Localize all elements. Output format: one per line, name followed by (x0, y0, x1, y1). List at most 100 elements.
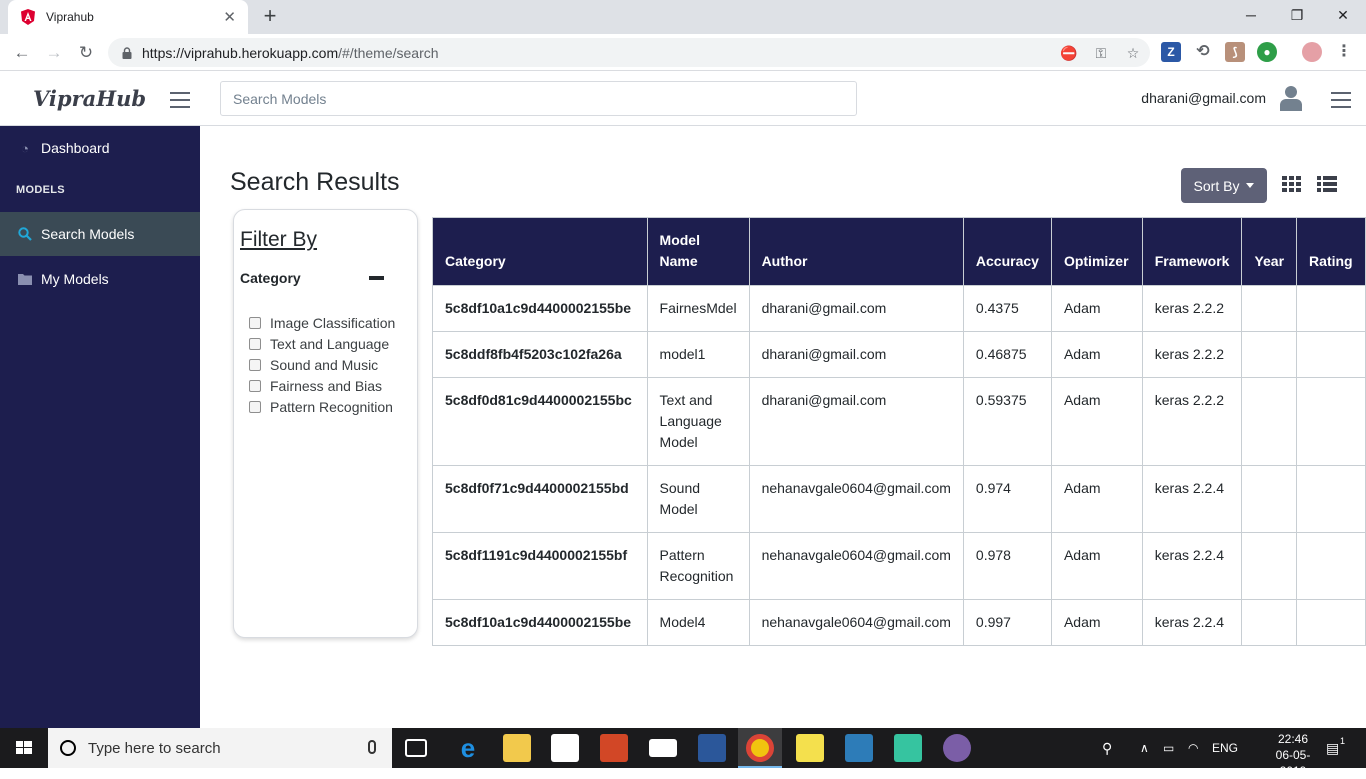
cell-author: dharani@gmail.com (748, 331, 964, 378)
people-icon[interactable]: ⚲ (1102, 728, 1112, 768)
table-row[interactable]: 5c8df0f71c9d4400002155bd Sound Model nehan… (432, 465, 1366, 533)
column-header-author[interactable]: Author (748, 217, 964, 286)
filter-option-pattern-recognition[interactable]: Pattern Recognition (249, 399, 393, 415)
filter-option-text-and-language[interactable]: Text and Language (249, 336, 389, 352)
filter-option-fairness-and-bias[interactable]: Fairness and Bias (249, 378, 382, 394)
back-arrow-icon[interactable]: ← (9, 40, 35, 66)
checkbox[interactable] (249, 359, 261, 371)
app-icon[interactable] (845, 734, 873, 762)
zotero-extension-icon[interactable]: Z (1161, 42, 1181, 62)
wifi-icon[interactable]: ◠ (1188, 728, 1198, 768)
cell-accuracy: 0.974 (962, 465, 1052, 533)
new-tab-button[interactable]: + (258, 4, 282, 28)
taskbar-clock[interactable]: 22:46 06-05-2019 (1268, 731, 1318, 779)
cell-accuracy: 0.46875 (962, 331, 1052, 378)
close-window-icon[interactable]: ✕ (1320, 0, 1366, 30)
address-bar[interactable]: https://viprahub.herokuapp.com/#/theme/s… (108, 38, 1150, 67)
notification-icon[interactable]: ▤ (1326, 728, 1339, 768)
restore-window-icon[interactable]: ❐ (1274, 0, 1320, 30)
cell-category: 5c8ddf8fb4f5203c102fa26a (432, 331, 648, 378)
cell-year (1241, 532, 1298, 600)
cell-category: 5c8df10a1c9d4400002155be (432, 599, 648, 646)
github-desktop-icon[interactable] (943, 734, 971, 762)
cell-model-name: Model4 (646, 599, 750, 646)
cell-year (1241, 377, 1298, 466)
sidebar-item-my-models[interactable]: My Models (0, 257, 200, 301)
cell-year (1241, 331, 1298, 378)
star-bookmark-icon[interactable]: ☆ (1124, 44, 1142, 62)
sidebar-item-dashboard[interactable]: ◔ Dashboard (0, 126, 200, 170)
close-tab-icon[interactable]: ✕ (223, 8, 236, 26)
extension-icon[interactable]: ● (1257, 42, 1277, 62)
taskbar-search-text: Type here to search (88, 739, 221, 757)
table-row[interactable]: 5c8df1191c9d4400002155bf Pattern Recognit… (432, 532, 1366, 600)
brand-logo[interactable]: VipraHub (33, 86, 146, 111)
word-icon[interactable] (698, 734, 726, 762)
column-header-model-name[interactable]: Model Name (646, 217, 750, 286)
cell-optimizer: Adam (1050, 465, 1143, 533)
key-icon[interactable]: ⚿ (1092, 44, 1110, 62)
cortana-icon (60, 740, 76, 756)
powerpoint-icon[interactable] (600, 734, 628, 762)
filter-option-image-classification[interactable]: Image Classification (249, 315, 395, 331)
blocked-icon[interactable]: ⛔ (1060, 44, 1078, 62)
clock-time: 22:46 (1277, 732, 1309, 746)
aside-menu-icon[interactable] (1331, 92, 1351, 108)
edge-browser-icon[interactable]: e (454, 734, 482, 762)
cell-framework: keras 2.2.4 (1141, 599, 1243, 646)
column-header-optimizer[interactable]: Optimizer (1050, 217, 1143, 286)
battery-icon[interactable]: ▭ (1163, 728, 1174, 768)
cell-category: 5c8df1191c9d4400002155bf (432, 532, 648, 600)
column-header-rating[interactable]: Rating (1296, 217, 1366, 286)
taskbar-search-box[interactable]: Type here to search (48, 728, 392, 768)
forward-arrow-icon[interactable]: → (41, 40, 67, 66)
profile-avatar-icon[interactable] (1302, 42, 1322, 62)
sticky-notes-icon[interactable] (796, 734, 824, 762)
cell-year (1241, 285, 1298, 332)
chevron-up-icon[interactable]: ∧ (1140, 728, 1149, 768)
checkbox[interactable] (249, 380, 261, 392)
sort-by-dropdown[interactable]: Sort By (1181, 168, 1267, 203)
store-icon[interactable] (551, 734, 579, 762)
filter-option-sound-and-music[interactable]: Sound and Music (249, 357, 378, 373)
pdf-extension-icon[interactable]: ⟆ (1225, 42, 1245, 62)
column-header-category[interactable]: Category (432, 217, 648, 286)
sidebar-toggle-icon[interactable] (170, 92, 190, 108)
table-row[interactable]: 5c8df0d81c9d4400002155bc Text and Languag… (432, 377, 1366, 466)
windows-start-icon[interactable] (0, 728, 48, 768)
cell-optimizer: Adam (1050, 599, 1143, 646)
table-row[interactable]: 5c8df10a1c9d4400002155be Model4 nehanavgal… (432, 599, 1366, 646)
checkbox[interactable] (249, 338, 261, 350)
chrome-taskbar-icon[interactable] (746, 734, 774, 762)
minimize-window-icon[interactable]: ─ (1228, 0, 1274, 30)
language-indicator[interactable]: ENG (1212, 728, 1238, 768)
sidebar-item-label: Search Models (41, 226, 135, 242)
reload-icon[interactable]: ↻ (73, 40, 99, 66)
webstorm-icon[interactable] (894, 734, 922, 762)
file-explorer-icon[interactable] (503, 734, 531, 762)
browser-tab[interactable]: Viprahub ✕ (8, 0, 248, 34)
chrome-menu-icon[interactable]: ⋮ (1334, 42, 1354, 62)
collapse-minus-icon[interactable] (369, 276, 384, 280)
microphone-icon[interactable] (368, 740, 376, 754)
filter-option-label: Sound and Music (270, 357, 379, 373)
table-row[interactable]: 5c8df10a1c9d4400002155be FairnesMdel dhara… (432, 285, 1366, 332)
grid-view-icon[interactable] (1282, 176, 1302, 194)
sidebar-item-search-models[interactable]: Search Models (0, 212, 200, 256)
checkbox[interactable] (249, 401, 261, 413)
cell-author: dharani@gmail.com (748, 377, 964, 466)
user-icon[interactable] (1280, 85, 1302, 111)
mail-icon[interactable] (649, 739, 677, 757)
column-header-year[interactable]: Year (1241, 217, 1298, 286)
search-input[interactable] (220, 81, 857, 116)
chrome-extension-icon[interactable]: ⟲ (1193, 42, 1213, 62)
column-header-framework[interactable]: Framework (1141, 217, 1243, 286)
url-text: https://viprahub.herokuapp.com/#/theme/s… (142, 44, 439, 61)
list-view-icon[interactable] (1317, 176, 1337, 194)
cell-author: nehanavgale0604@gmail.com (748, 532, 964, 600)
user-email: dharani@gmail.com (1141, 90, 1266, 106)
task-view-icon[interactable] (405, 739, 427, 757)
table-row[interactable]: 5c8ddf8fb4f5203c102fa26a model1 dharani@gm… (432, 331, 1366, 378)
column-header-accuracy[interactable]: Accuracy (962, 217, 1052, 286)
checkbox[interactable] (249, 317, 261, 329)
